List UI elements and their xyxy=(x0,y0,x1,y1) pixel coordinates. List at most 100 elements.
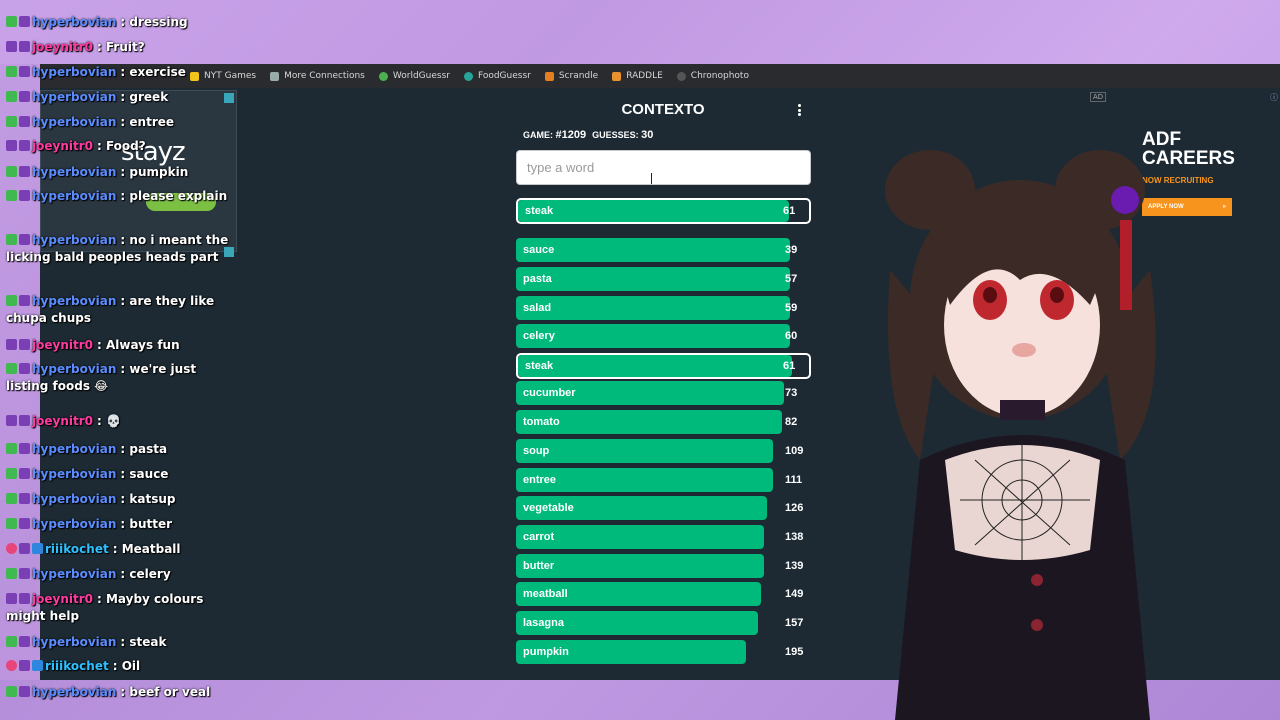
chat-message: hyperbovian: are they like chupa chups xyxy=(6,293,236,327)
guess-row: sauce 39 xyxy=(516,238,811,262)
guess-distance: 195 xyxy=(785,646,804,658)
guess-word: steak xyxy=(525,360,554,372)
bookmark-chronophoto[interactable]: Chronophoto xyxy=(676,71,749,81)
vtuber-avatar xyxy=(885,150,1156,720)
guess-distance: 60 xyxy=(785,330,798,342)
bookmark-worldguessr[interactable]: WorldGuessr xyxy=(378,71,450,81)
chat-text: Oil xyxy=(121,659,141,673)
guess-word: pasta xyxy=(523,273,552,285)
chat-username: hyperbovian xyxy=(32,362,117,376)
check-badge-icon xyxy=(6,518,17,529)
bookmark-more-connections[interactable]: More Connections xyxy=(270,71,365,81)
guess-row: salad 59 xyxy=(516,296,811,320)
guesses-count: 30 xyxy=(641,129,654,141)
chat-username: hyperbovian xyxy=(32,189,117,203)
chat-separator: : xyxy=(112,659,122,673)
chat-username: hyperbovian xyxy=(32,635,117,649)
chat-username: riiikochet xyxy=(45,659,109,673)
sub-badge-icon xyxy=(19,16,30,27)
chat-username: hyperbovian xyxy=(32,567,117,581)
chat-text: beef or veal xyxy=(129,685,211,699)
sub-badge-icon xyxy=(6,593,17,604)
globe-icon xyxy=(270,71,280,81)
check-badge-icon xyxy=(6,636,17,647)
chat-username: joeynitr0 xyxy=(32,592,93,606)
sub-badge-icon xyxy=(19,66,30,77)
chat-username: joeynitr0 xyxy=(32,414,93,428)
check-badge-icon xyxy=(6,363,17,374)
chat-message: hyperbovian: exercise xyxy=(6,64,236,81)
chat-separator: : xyxy=(96,592,106,606)
sub-badge-icon xyxy=(19,166,30,177)
chat-text: greek xyxy=(129,90,169,104)
chat-text: sauce xyxy=(129,467,169,481)
sub-badge-icon xyxy=(19,91,30,102)
sub-badge-icon xyxy=(19,468,30,479)
guess-row: carrot 138 xyxy=(516,525,811,549)
chat-username: hyperbovian xyxy=(32,442,117,456)
chat-message: joeynitr0: 💀 xyxy=(6,413,236,430)
guess-word: carrot xyxy=(523,531,555,543)
menu-kebab-icon[interactable] xyxy=(792,102,806,118)
chat-text: steak xyxy=(129,635,167,649)
word-input[interactable] xyxy=(516,150,811,185)
chat-text: entree xyxy=(129,115,175,129)
sub-badge-icon xyxy=(19,568,30,579)
chat-username: hyperbovian xyxy=(32,65,117,79)
sub-badge-icon xyxy=(19,518,30,529)
star-badge-icon xyxy=(19,660,30,671)
chat-message: riiikochet: Oil xyxy=(6,658,236,675)
chat-username: hyperbovian xyxy=(32,294,117,308)
chat-text: Meatball xyxy=(121,542,181,556)
chat-text: please explain xyxy=(129,189,228,203)
check-badge-icon xyxy=(6,493,17,504)
check-badge-icon xyxy=(6,190,17,201)
bookmark-foodguessr[interactable]: FoodGuessr xyxy=(463,71,531,81)
chat-username: hyperbovian xyxy=(32,90,117,104)
chat-username: joeynitr0 xyxy=(32,338,93,352)
chat-message: hyperbovian: steak xyxy=(6,634,236,651)
sub-badge-icon xyxy=(6,415,17,426)
chat-message: hyperbovian: we're just listing foods 😂 xyxy=(6,361,236,395)
chat-message: riiikochet: Meatball xyxy=(6,541,236,558)
chat-message: joeynitr0: Fruit? xyxy=(6,39,236,56)
chat-separator: : xyxy=(96,414,106,428)
bookmark-scrandle[interactable]: Scrandle xyxy=(544,71,598,81)
sub-badge-icon xyxy=(19,363,30,374)
guess-row: butter 139 xyxy=(516,554,811,578)
guess-distance: 57 xyxy=(785,273,798,285)
guess-row: tomato 82 xyxy=(516,410,811,434)
chat-text: Food? xyxy=(105,139,146,153)
sub-badge-icon xyxy=(6,140,17,151)
chat-message: joeynitr0: Food? xyxy=(6,138,236,155)
sub-badge-icon xyxy=(6,41,17,52)
guess-row: celery 60 xyxy=(516,324,811,348)
heart-badge-icon xyxy=(6,543,17,554)
guess-word: salad xyxy=(523,302,552,314)
sub-badge-icon xyxy=(19,636,30,647)
chat-message: hyperbovian: butter xyxy=(6,516,236,533)
check-badge-icon xyxy=(6,16,17,27)
guess-word: entree xyxy=(523,474,557,486)
ad-close-icon[interactable]: ⓘ xyxy=(1270,92,1278,103)
chat-text: Fruit? xyxy=(105,40,145,54)
guess-distance: 82 xyxy=(785,416,798,428)
guess-word: lasagna xyxy=(523,617,564,629)
chat-username: hyperbovian xyxy=(32,517,117,531)
check-badge-icon xyxy=(6,295,17,306)
guess-distance: 61 xyxy=(783,360,796,372)
guess-distance: 138 xyxy=(785,531,804,543)
guess-row: entree 111 xyxy=(516,468,811,492)
chat-username: joeynitr0 xyxy=(32,40,93,54)
chat-text: katsup xyxy=(129,492,176,506)
bookmark-raddle[interactable]: RADDLE xyxy=(612,71,663,81)
guess-distance: 39 xyxy=(785,244,798,256)
chat-message: hyperbovian: celery xyxy=(6,566,236,583)
heart-badge-icon xyxy=(6,660,17,671)
chat-text: celery xyxy=(129,567,171,581)
chat-text: 💀 xyxy=(105,414,121,428)
chat-message: hyperbovian: no i meant the licking bald… xyxy=(6,232,236,266)
chat-message: hyperbovian: entree xyxy=(6,114,236,131)
sub-badge-icon xyxy=(19,41,30,52)
guess-row: cucumber 73 xyxy=(516,381,811,405)
